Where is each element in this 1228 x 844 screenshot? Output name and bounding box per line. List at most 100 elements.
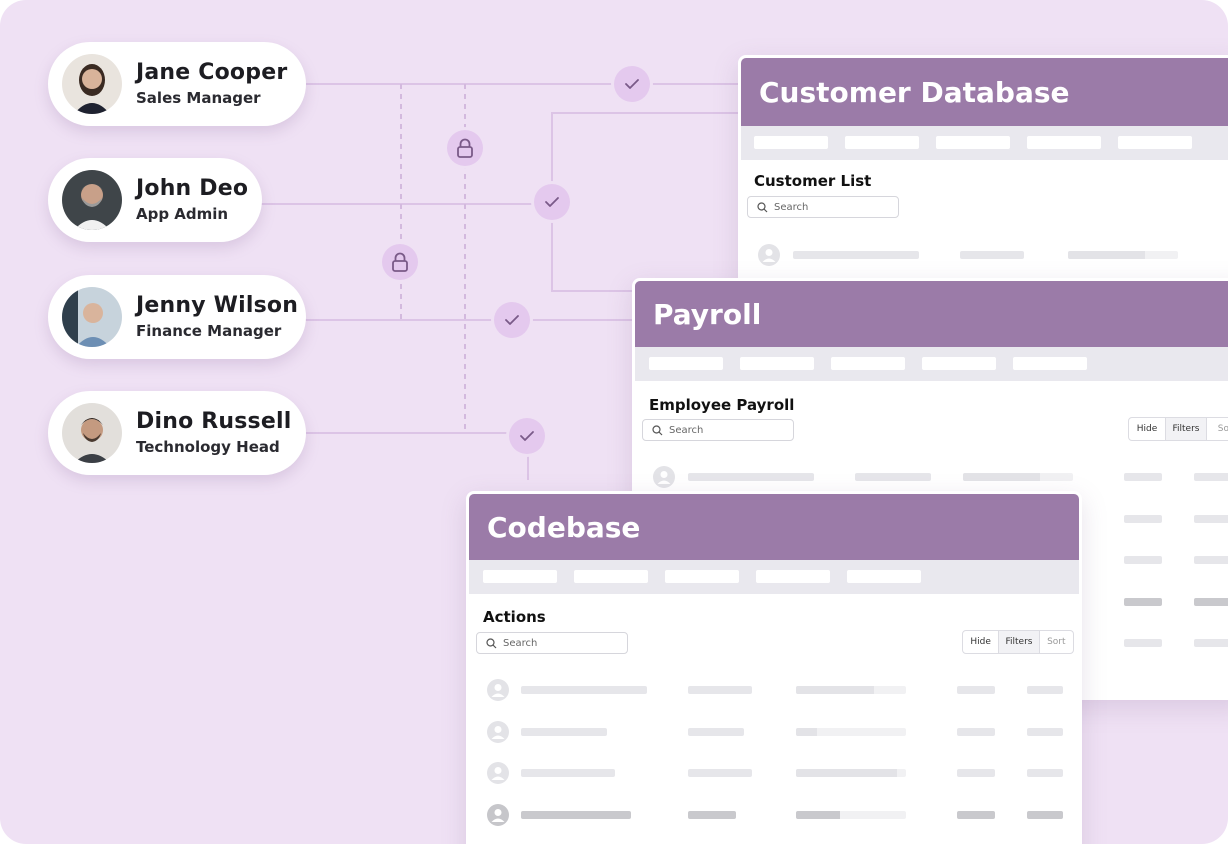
view-button-group: Hide Filters Sort bbox=[962, 630, 1074, 654]
user-role: Finance Manager bbox=[136, 322, 282, 340]
avatar bbox=[62, 403, 122, 463]
view-button-group: Hide Filters Sort bbox=[1128, 417, 1228, 441]
user-icon bbox=[487, 762, 509, 784]
nav-item[interactable] bbox=[483, 570, 557, 583]
nav-item[interactable] bbox=[845, 136, 919, 149]
codebase-window: Codebase Actions Search Hide Filters Sor… bbox=[466, 491, 1082, 844]
check-icon bbox=[625, 79, 639, 89]
placeholder-bar bbox=[1124, 639, 1162, 647]
filters-button[interactable]: Filters bbox=[1166, 418, 1207, 440]
user-icon bbox=[487, 804, 509, 826]
hide-button[interactable]: Hide bbox=[963, 631, 1000, 653]
placeholder-bar bbox=[1027, 769, 1063, 777]
nav-item[interactable] bbox=[740, 357, 814, 370]
nav-item[interactable] bbox=[1118, 136, 1192, 149]
nav-item[interactable] bbox=[1027, 136, 1101, 149]
user-icon bbox=[758, 244, 780, 266]
placeholder-bar bbox=[1124, 598, 1162, 606]
placeholder-bar bbox=[1194, 598, 1228, 606]
search-input[interactable]: Search bbox=[476, 632, 628, 654]
progress-bar bbox=[963, 473, 1073, 481]
sort-button[interactable]: Sort bbox=[1040, 631, 1073, 653]
search-input[interactable]: Search bbox=[642, 419, 794, 441]
placeholder-bar bbox=[1124, 556, 1162, 564]
access-control-illustration: Jane Cooper Sales Manager John Deo App A… bbox=[0, 0, 1228, 844]
nav-item[interactable] bbox=[922, 357, 996, 370]
search-icon bbox=[652, 424, 663, 435]
nav-item[interactable] bbox=[574, 570, 648, 583]
nav-bar bbox=[635, 347, 1228, 381]
placeholder-bar bbox=[1124, 515, 1162, 523]
placeholder-bar bbox=[521, 769, 615, 777]
window-title: Payroll bbox=[635, 281, 1228, 347]
check-badge bbox=[614, 66, 650, 102]
user-icon bbox=[653, 466, 675, 488]
search-placeholder: Search bbox=[774, 201, 809, 213]
placeholder-bar bbox=[688, 728, 744, 736]
check-badge bbox=[534, 184, 570, 220]
user-card-dino-russell[interactable]: Dino Russell Technology Head bbox=[48, 391, 306, 475]
check-icon bbox=[520, 431, 534, 441]
nav-item[interactable] bbox=[936, 136, 1010, 149]
nav-item[interactable] bbox=[756, 570, 830, 583]
placeholder-bar bbox=[957, 686, 995, 694]
placeholder-bar bbox=[688, 811, 736, 819]
placeholder-bar bbox=[1027, 811, 1063, 819]
search-input[interactable]: Search bbox=[747, 196, 899, 218]
progress-bar bbox=[796, 686, 906, 694]
check-badge bbox=[494, 302, 530, 338]
placeholder-bar bbox=[957, 728, 995, 736]
nav-bar bbox=[741, 126, 1228, 160]
avatar bbox=[62, 170, 122, 230]
placeholder-bar bbox=[521, 686, 647, 694]
placeholder-bar bbox=[1124, 473, 1162, 481]
placeholder-bar bbox=[957, 811, 995, 819]
section-title: Actions bbox=[483, 608, 546, 626]
placeholder-bar bbox=[1027, 728, 1063, 736]
user-name: Jenny Wilson bbox=[136, 293, 299, 318]
user-role: Sales Manager bbox=[136, 89, 261, 107]
nav-item[interactable] bbox=[665, 570, 739, 583]
nav-item[interactable] bbox=[649, 357, 723, 370]
placeholder-bar bbox=[688, 473, 814, 481]
lock-badge bbox=[382, 244, 418, 280]
search-icon bbox=[757, 201, 768, 212]
window-title: Customer Database bbox=[741, 58, 1228, 126]
placeholder-bar bbox=[1194, 556, 1228, 564]
section-title: Employee Payroll bbox=[649, 396, 795, 414]
lock-icon bbox=[392, 252, 408, 272]
user-name: John Deo bbox=[136, 176, 249, 201]
check-badge bbox=[509, 418, 545, 454]
search-icon bbox=[486, 637, 497, 648]
progress-bar bbox=[796, 728, 906, 736]
placeholder-bar bbox=[688, 769, 752, 777]
nav-item[interactable] bbox=[754, 136, 828, 149]
lock-icon bbox=[457, 138, 473, 158]
nav-bar bbox=[469, 560, 1079, 594]
nav-item[interactable] bbox=[1013, 357, 1087, 370]
user-card-jane-cooper[interactable]: Jane Cooper Sales Manager bbox=[48, 42, 306, 126]
search-placeholder: Search bbox=[503, 637, 538, 649]
user-card-john-deo[interactable]: John Deo App Admin bbox=[48, 158, 262, 242]
user-name: Jane Cooper bbox=[136, 60, 288, 85]
filters-button[interactable]: Filters bbox=[999, 631, 1040, 653]
progress-bar bbox=[1068, 251, 1178, 259]
user-icon bbox=[487, 721, 509, 743]
avatar bbox=[62, 287, 122, 347]
check-icon bbox=[545, 197, 559, 207]
user-card-jenny-wilson[interactable]: Jenny Wilson Finance Manager bbox=[48, 275, 306, 359]
user-icon bbox=[487, 679, 509, 701]
nav-item[interactable] bbox=[847, 570, 921, 583]
placeholder-bar bbox=[688, 686, 752, 694]
section-title: Customer List bbox=[754, 172, 872, 190]
progress-bar bbox=[796, 769, 906, 777]
placeholder-bar bbox=[1194, 473, 1228, 481]
placeholder-bar bbox=[855, 473, 931, 481]
placeholder-bar bbox=[521, 728, 607, 736]
nav-item[interactable] bbox=[831, 357, 905, 370]
avatar bbox=[62, 54, 122, 114]
check-icon bbox=[505, 315, 519, 325]
hide-button[interactable]: Hide bbox=[1129, 418, 1166, 440]
sort-button[interactable]: Sort bbox=[1207, 418, 1228, 440]
search-placeholder: Search bbox=[669, 424, 704, 436]
